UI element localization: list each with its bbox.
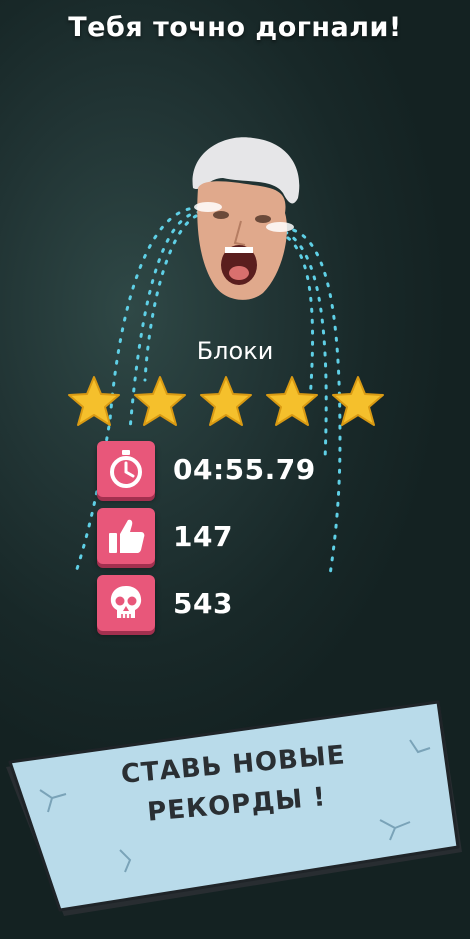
thumbs-up-icon: [97, 508, 155, 564]
stat-likes-value: 147: [173, 519, 233, 553]
star-icon: [200, 376, 252, 426]
level-name: Блоки: [196, 337, 274, 365]
stat-time-value: 04:55.79: [173, 452, 316, 486]
star-icon: [266, 376, 318, 426]
stat-deaths: 543: [97, 575, 233, 631]
stat-time: 04:55.79: [97, 441, 316, 497]
star-rating: [66, 374, 386, 430]
player-face: [192, 137, 300, 300]
star-icon: [332, 376, 384, 426]
star-icon: [68, 376, 120, 426]
skull-icon: [97, 575, 155, 631]
stat-deaths-value: 543: [173, 586, 233, 620]
stopwatch-icon: [97, 441, 155, 497]
star-icon: [134, 376, 186, 426]
stat-likes: 147: [97, 508, 233, 564]
